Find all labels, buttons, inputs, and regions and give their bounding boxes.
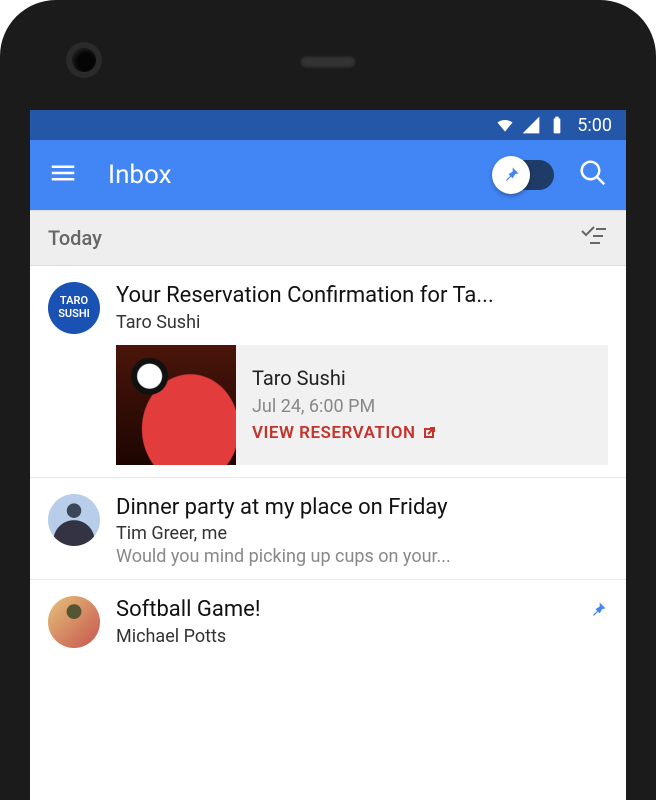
status-time: 5:00 [577,115,612,136]
message-row[interactable]: Dinner party at my place on Friday Tim G… [30,478,626,581]
card-subtitle: Jul 24, 6:00 PM [252,396,437,417]
card-thumbnail [116,345,236,465]
card-action-label: VIEW RESERVATION [252,423,415,443]
card-info: Taro Sushi Jul 24, 6:00 PM VIEW RESERVAT… [236,345,453,465]
message-row[interactable]: TARO SUSHI Your Reservation Confirmation… [30,266,626,478]
sweep-icon [580,225,608,247]
message-sender: Michael Potts [116,626,588,647]
message-preview: Would you mind picking up cups on your..… [116,546,608,567]
menu-button[interactable] [48,158,78,192]
message-body: Softball Game! Michael Potts [116,596,608,648]
wifi-icon [495,115,515,135]
message-subject: Your Reservation Confirmation for Ta... [116,282,608,310]
message-body: Your Reservation Confirmation for Ta... … [116,282,608,465]
page-title: Inbox [108,160,172,190]
pinned-indicator [588,600,608,624]
message-sender: Tim Greer, me [116,523,608,544]
message-body: Dinner party at my place on Friday Tim G… [116,494,608,568]
avatar [48,494,100,546]
external-link-icon [421,425,437,441]
pin-icon [588,600,608,620]
hamburger-icon [48,158,78,188]
pin-icon [501,165,521,185]
search-button[interactable] [578,158,608,192]
message-subject: Dinner party at my place on Friday [116,494,608,522]
view-reservation-link[interactable]: VIEW RESERVATION [252,423,437,443]
section-label: Today [48,226,102,250]
message-subject: Softball Game! [116,596,588,624]
avatar-text: TARO SUSHI [58,295,90,320]
pin-filter-toggle[interactable] [496,160,554,190]
device-frame: 5:00 Inbox Today [0,0,656,800]
screen: 5:00 Inbox Today [30,110,626,800]
message-sender: Taro Sushi [116,312,608,333]
card-title: Taro Sushi [252,366,437,390]
reservation-card[interactable]: Taro Sushi Jul 24, 6:00 PM VIEW RESERVAT… [116,345,608,465]
avatar: TARO SUSHI [48,282,100,334]
toggle-knob [492,156,530,194]
sweep-button[interactable] [580,225,608,252]
status-bar: 5:00 [30,110,626,140]
app-bar: Inbox [30,140,626,210]
search-icon [578,158,608,188]
section-header: Today [30,210,626,266]
message-row[interactable]: Softball Game! Michael Potts [30,580,626,660]
battery-icon [547,115,567,135]
signal-icon [521,115,541,135]
avatar [48,596,100,648]
device-camera [72,48,96,72]
